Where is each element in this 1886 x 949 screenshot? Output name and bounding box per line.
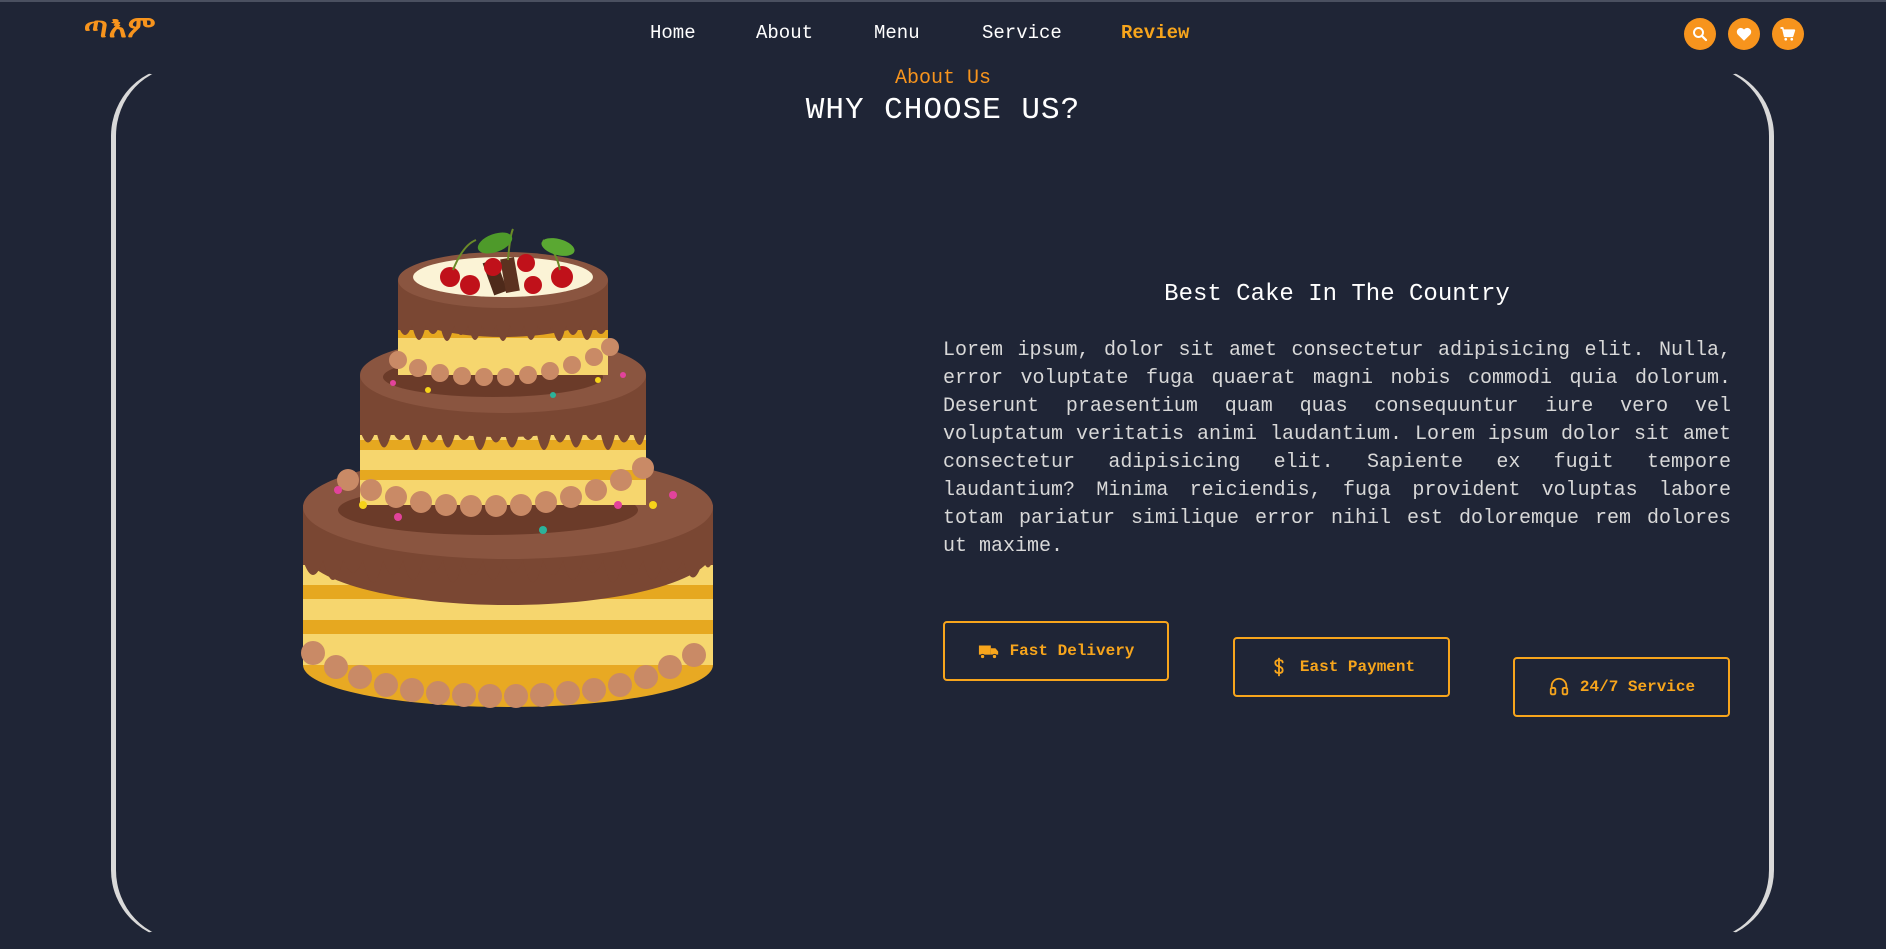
header-icons — [1684, 18, 1804, 50]
feature-label: 24/7 Service — [1579, 678, 1696, 696]
nav-about[interactable]: About — [756, 22, 813, 44]
feature-easy-payment[interactable]: East Payment — [1233, 637, 1450, 697]
dollar-icon — [1274, 657, 1284, 677]
search-icon — [1693, 27, 1708, 42]
section-heading: WHY CHOOSE US? — [805, 93, 1081, 128]
top-border — [0, 0, 1886, 2]
content-text: Lorem ipsum, dolor sit amet consectetur … — [943, 339, 1731, 558]
feature-label: Fast Delivery — [1009, 642, 1135, 660]
feature-label: East Payment — [1299, 658, 1416, 676]
nav-review[interactable]: Review — [1121, 22, 1189, 44]
cart-icon — [1780, 27, 1796, 41]
cart-button[interactable] — [1772, 18, 1804, 50]
heart-icon — [1736, 27, 1752, 41]
headset-icon — [1549, 677, 1569, 696]
feature-24-7-service[interactable]: 24/7 Service — [1513, 657, 1730, 717]
search-button[interactable] — [1684, 18, 1716, 50]
feature-fast-delivery[interactable]: Fast Delivery — [943, 621, 1169, 681]
wishlist-button[interactable] — [1728, 18, 1760, 50]
nav-home[interactable]: Home — [650, 22, 696, 44]
nav-menu[interactable]: Menu — [874, 22, 920, 44]
content-title: Best Cake In The Country — [1164, 281, 1510, 308]
truck-icon — [978, 645, 998, 660]
section-subheading: About Us — [894, 67, 991, 90]
main-nav: Home About Menu Service Review — [0, 22, 1886, 46]
nav-service[interactable]: Service — [982, 22, 1062, 44]
cake-image — [301, 228, 713, 708]
